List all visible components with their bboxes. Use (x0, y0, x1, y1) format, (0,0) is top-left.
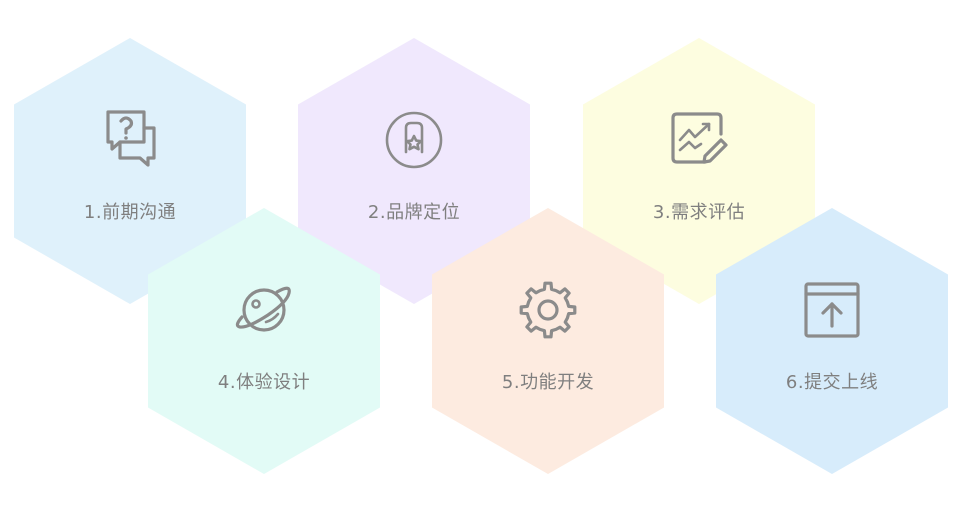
process-diagram: 1.前期沟通 2.品牌定位 3.需求评估 4.体验设计 5.功能开发 6.提交上… (0, 0, 960, 518)
upload-box-icon-svg (804, 282, 860, 338)
step-6-label: 6.提交上线 (785, 372, 879, 393)
chat-question-icon (94, 104, 166, 176)
upload-box-icon (796, 274, 868, 346)
chart-edit-icon-svg (671, 112, 728, 164)
chat-question-icon-svg (106, 110, 156, 167)
step-4-label: 4.体验设计 (217, 372, 311, 393)
step-2-label: 2.品牌定位 (367, 202, 461, 223)
step-3-label: 3.需求评估 (652, 202, 746, 223)
step-1-label: 1.前期沟通 (83, 202, 177, 223)
badge-star-icon-svg (385, 111, 443, 169)
step-5-label: 5.功能开发 (501, 372, 595, 393)
planet-icon-svg (235, 286, 291, 332)
gear-icon-svg (519, 281, 577, 339)
gear-hole (537, 299, 559, 321)
badge-star-icon (378, 104, 450, 176)
chart-edit-icon (663, 104, 735, 176)
gear-outline (519, 281, 577, 339)
planet-icon (228, 274, 300, 346)
gear-icon (512, 274, 584, 346)
